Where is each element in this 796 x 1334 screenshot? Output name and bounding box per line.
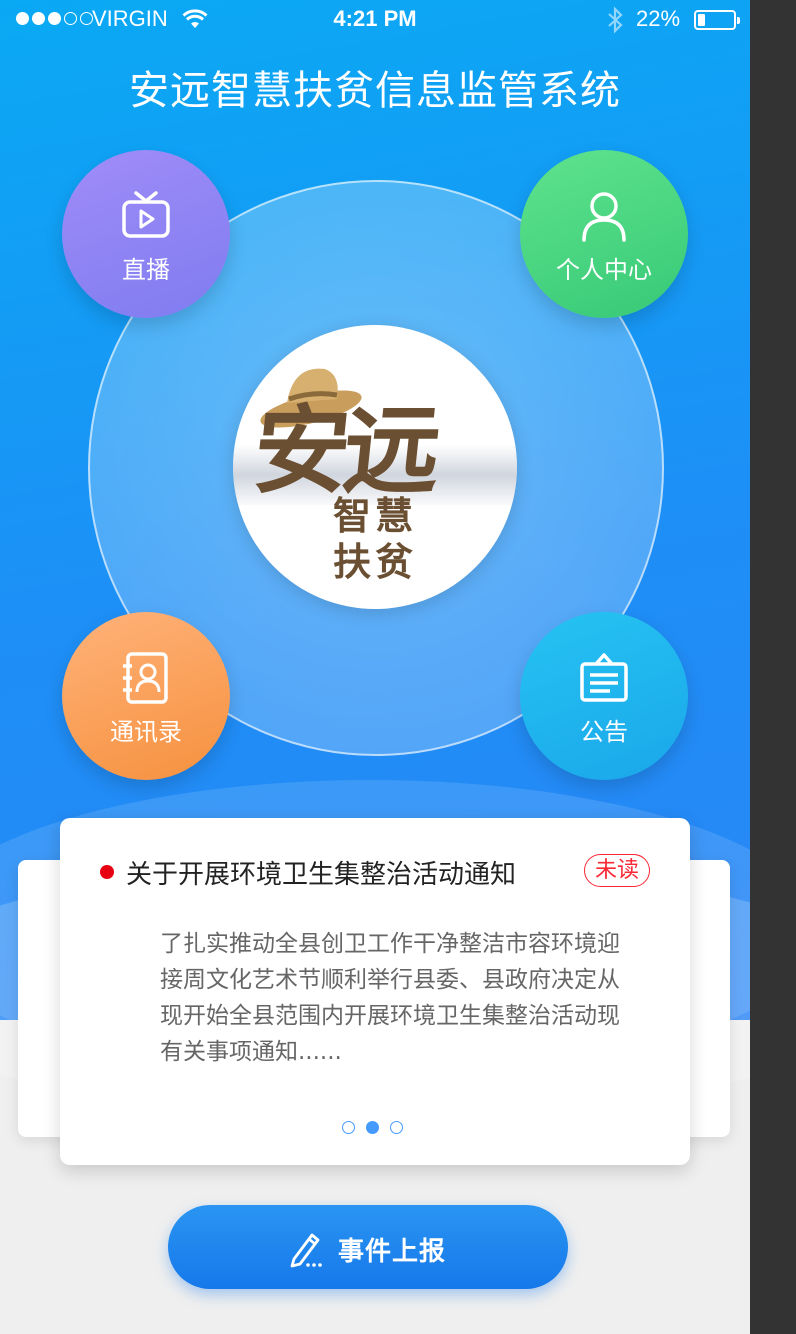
pager-dot[interactable] (390, 1121, 403, 1134)
battery-percent: 22% (636, 6, 681, 31)
contact-book-icon (123, 652, 168, 704)
carousel-pager[interactable] (342, 1121, 403, 1134)
unread-badge: 未读 (584, 854, 650, 887)
pencil-edit-icon (290, 1233, 322, 1268)
bluetooth-icon (606, 6, 624, 38)
battery-icon (694, 10, 740, 30)
report-event-button[interactable]: 事件上报 (168, 1205, 568, 1289)
logo-main-text: 安远 (248, 394, 441, 507)
notice-body: 了扎实推动全县创卫工作干净整洁市容环境迎接周文化艺术节顺利举行县委、县政府决定从… (160, 931, 620, 1065)
app-logo: 安远 智慧 扶贫 (233, 325, 517, 609)
app-screen: VIRGIN 4:21 PM 22% 安远智慧扶贫信息监管系统 安远 智慧 扶贫… (0, 0, 750, 1334)
notice-label: 公告 (580, 718, 628, 746)
notice-card[interactable]: 关于开展环境卫生集整治活动通知 未读 了扎实推动全县创卫工作干净整洁市容环境迎接… (60, 818, 690, 1165)
pager-dot[interactable] (366, 1121, 379, 1134)
notice-button[interactable]: 公告 (520, 612, 688, 780)
logo-sub-text: 智慧 扶贫 (333, 494, 418, 584)
contacts-button[interactable]: 通讯录 (62, 612, 230, 780)
contacts-label: 通讯录 (110, 718, 182, 746)
user-icon (582, 192, 626, 242)
status-bar: VIRGIN 4:21 PM 22% (0, 0, 750, 40)
notice-title[interactable]: 关于开展环境卫生集整治活动通知 (126, 854, 516, 891)
pager-dot[interactable] (342, 1121, 355, 1134)
page-title: 安远智慧扶贫信息监管系统 (129, 68, 621, 114)
notice-board-icon (580, 653, 628, 702)
live-label: 直播 (122, 256, 170, 284)
battery-level (698, 14, 705, 26)
live-button[interactable]: 直播 (62, 150, 230, 318)
side-panel (750, 0, 796, 1334)
tv-play-icon (122, 191, 170, 238)
unread-indicator (100, 865, 114, 879)
personal-center-button[interactable]: 个人中心 (520, 150, 688, 318)
report-event-label: 事件上报 (338, 1237, 447, 1267)
personal-center-label: 个人中心 (556, 256, 652, 284)
